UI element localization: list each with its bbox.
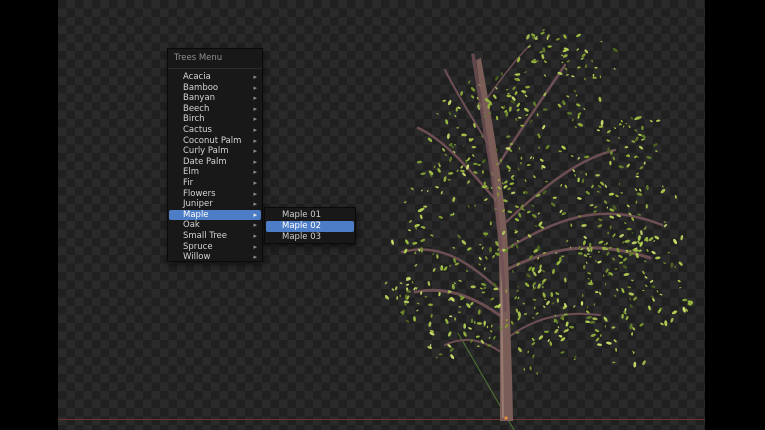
submenu-arrow-icon: ▸ (253, 104, 257, 113)
menu-item-coconut-palm[interactable]: Coconut Palm ▸ (169, 136, 261, 147)
screen: Trees Menu Acacia ▸ Bamboo ▸ Banyan ▸ Beech ▸ Bi… (0, 0, 765, 430)
menu-item-beech[interactable]: Beech ▸ (169, 104, 261, 115)
menu-item-banyan[interactable]: Banyan ▸ (169, 93, 261, 104)
submenu-item-label: Maple 03 (282, 232, 322, 242)
menu-item-birch[interactable]: Birch ▸ (169, 114, 261, 125)
submenu-arrow-icon: ▸ (253, 210, 257, 219)
menu-item-label: Date Palm (183, 156, 227, 167)
submenu-arrow-icon: ▸ (253, 189, 257, 198)
menu-item-oak[interactable]: Oak ▸ (169, 220, 261, 231)
menu-item-bamboo[interactable]: Bamboo ▸ (169, 83, 261, 94)
menu-item-date-palm[interactable]: Date Palm ▸ (169, 157, 261, 168)
menu-item-label: Beech (183, 103, 210, 114)
submenu-arrow-icon: ▸ (253, 168, 257, 177)
trees-menu-items: Acacia ▸ Bamboo ▸ Banyan ▸ Beech ▸ Birch ▸ Cactus ▸… (168, 72, 262, 263)
menu-item-curly-palm[interactable]: Curly Palm ▸ (169, 146, 261, 157)
menu-item-elm[interactable]: Elm ▸ (169, 167, 261, 178)
trees-menu-title: Trees Menu (168, 49, 262, 69)
submenu-arrow-icon: ▸ (253, 242, 257, 251)
object-origin-dot (504, 416, 508, 420)
submenu-arrow-icon: ▸ (253, 157, 257, 166)
tree-branch (444, 338, 506, 356)
maple-submenu-items: Maple 01 Maple 02 Maple 03 (265, 210, 355, 243)
menu-item-label: Flowers (183, 188, 216, 199)
tree-foliage (384, 29, 694, 375)
submenu-arrow-icon: ▸ (253, 125, 257, 134)
menu-item-label: Birch (183, 114, 205, 125)
submenu-arrow-icon: ▸ (253, 178, 257, 187)
submenu-item-maple-03[interactable]: Maple 03 (266, 232, 354, 243)
menu-item-label: Juniper (183, 199, 213, 210)
menu-item-label: Bamboo (183, 82, 219, 93)
maple-submenu: Maple 01 Maple 02 Maple 03 (264, 207, 356, 244)
submenu-item-maple-02[interactable]: Maple 02 (266, 221, 354, 232)
submenu-arrow-icon: ▸ (253, 94, 257, 103)
menu-item-fir[interactable]: Fir ▸ (169, 178, 261, 189)
submenu-item-label: Maple 02 (282, 221, 322, 231)
menu-item-label: Spruce (183, 241, 213, 252)
submenu-arrow-icon: ▸ (253, 231, 257, 240)
menu-item-label: Curly Palm (183, 146, 229, 157)
menu-item-label: Small Tree (183, 230, 228, 241)
submenu-arrow-icon: ▸ (253, 221, 257, 230)
menu-item-willow[interactable]: Willow ▸ (169, 252, 261, 263)
submenu-arrow-icon: ▸ (253, 200, 257, 209)
menu-item-label: Coconut Palm (183, 135, 242, 146)
menu-item-label: Elm (183, 167, 200, 178)
menu-item-cactus[interactable]: Cactus ▸ (169, 125, 261, 136)
submenu-arrow-icon: ▸ (253, 253, 257, 262)
menu-item-label: Fir (183, 177, 194, 188)
submenu-arrow-icon: ▸ (253, 73, 257, 81)
menu-item-label: Maple (183, 209, 209, 220)
viewport-svg (58, 29, 705, 430)
menu-item-label: Oak (183, 220, 200, 231)
menu-item-label: Willow (183, 252, 211, 263)
letterbox-right (705, 0, 765, 430)
submenu-arrow-icon: ▸ (253, 136, 257, 145)
tree-branch (493, 63, 567, 172)
menu-item-small-tree[interactable]: Small Tree ▸ (169, 231, 261, 242)
letterbox-left (0, 0, 58, 430)
menu-item-acacia[interactable]: Acacia ▸ (169, 72, 261, 83)
menu-item-maple[interactable]: Maple ▸ (169, 209, 261, 221)
trees-menu: Trees Menu Acacia ▸ Bamboo ▸ Banyan ▸ Beech ▸ Bi… (167, 48, 263, 262)
menu-item-label: Banyan (183, 93, 216, 104)
menu-item-label: Acacia (183, 72, 211, 82)
submenu-arrow-icon: ▸ (253, 83, 257, 92)
menu-item-juniper[interactable]: Juniper ▸ (169, 199, 261, 210)
submenu-arrow-icon: ▸ (253, 147, 257, 156)
menu-item-flowers[interactable]: Flowers ▸ (169, 189, 261, 200)
submenu-arrow-icon: ▸ (253, 115, 257, 124)
3d-viewport[interactable] (58, 0, 705, 430)
menu-item-spruce[interactable]: Spruce ▸ (169, 242, 261, 253)
menu-item-label: Cactus (183, 124, 212, 135)
submenu-item-label: Maple 01 (282, 210, 322, 220)
submenu-item-maple-01[interactable]: Maple 01 (266, 210, 354, 221)
